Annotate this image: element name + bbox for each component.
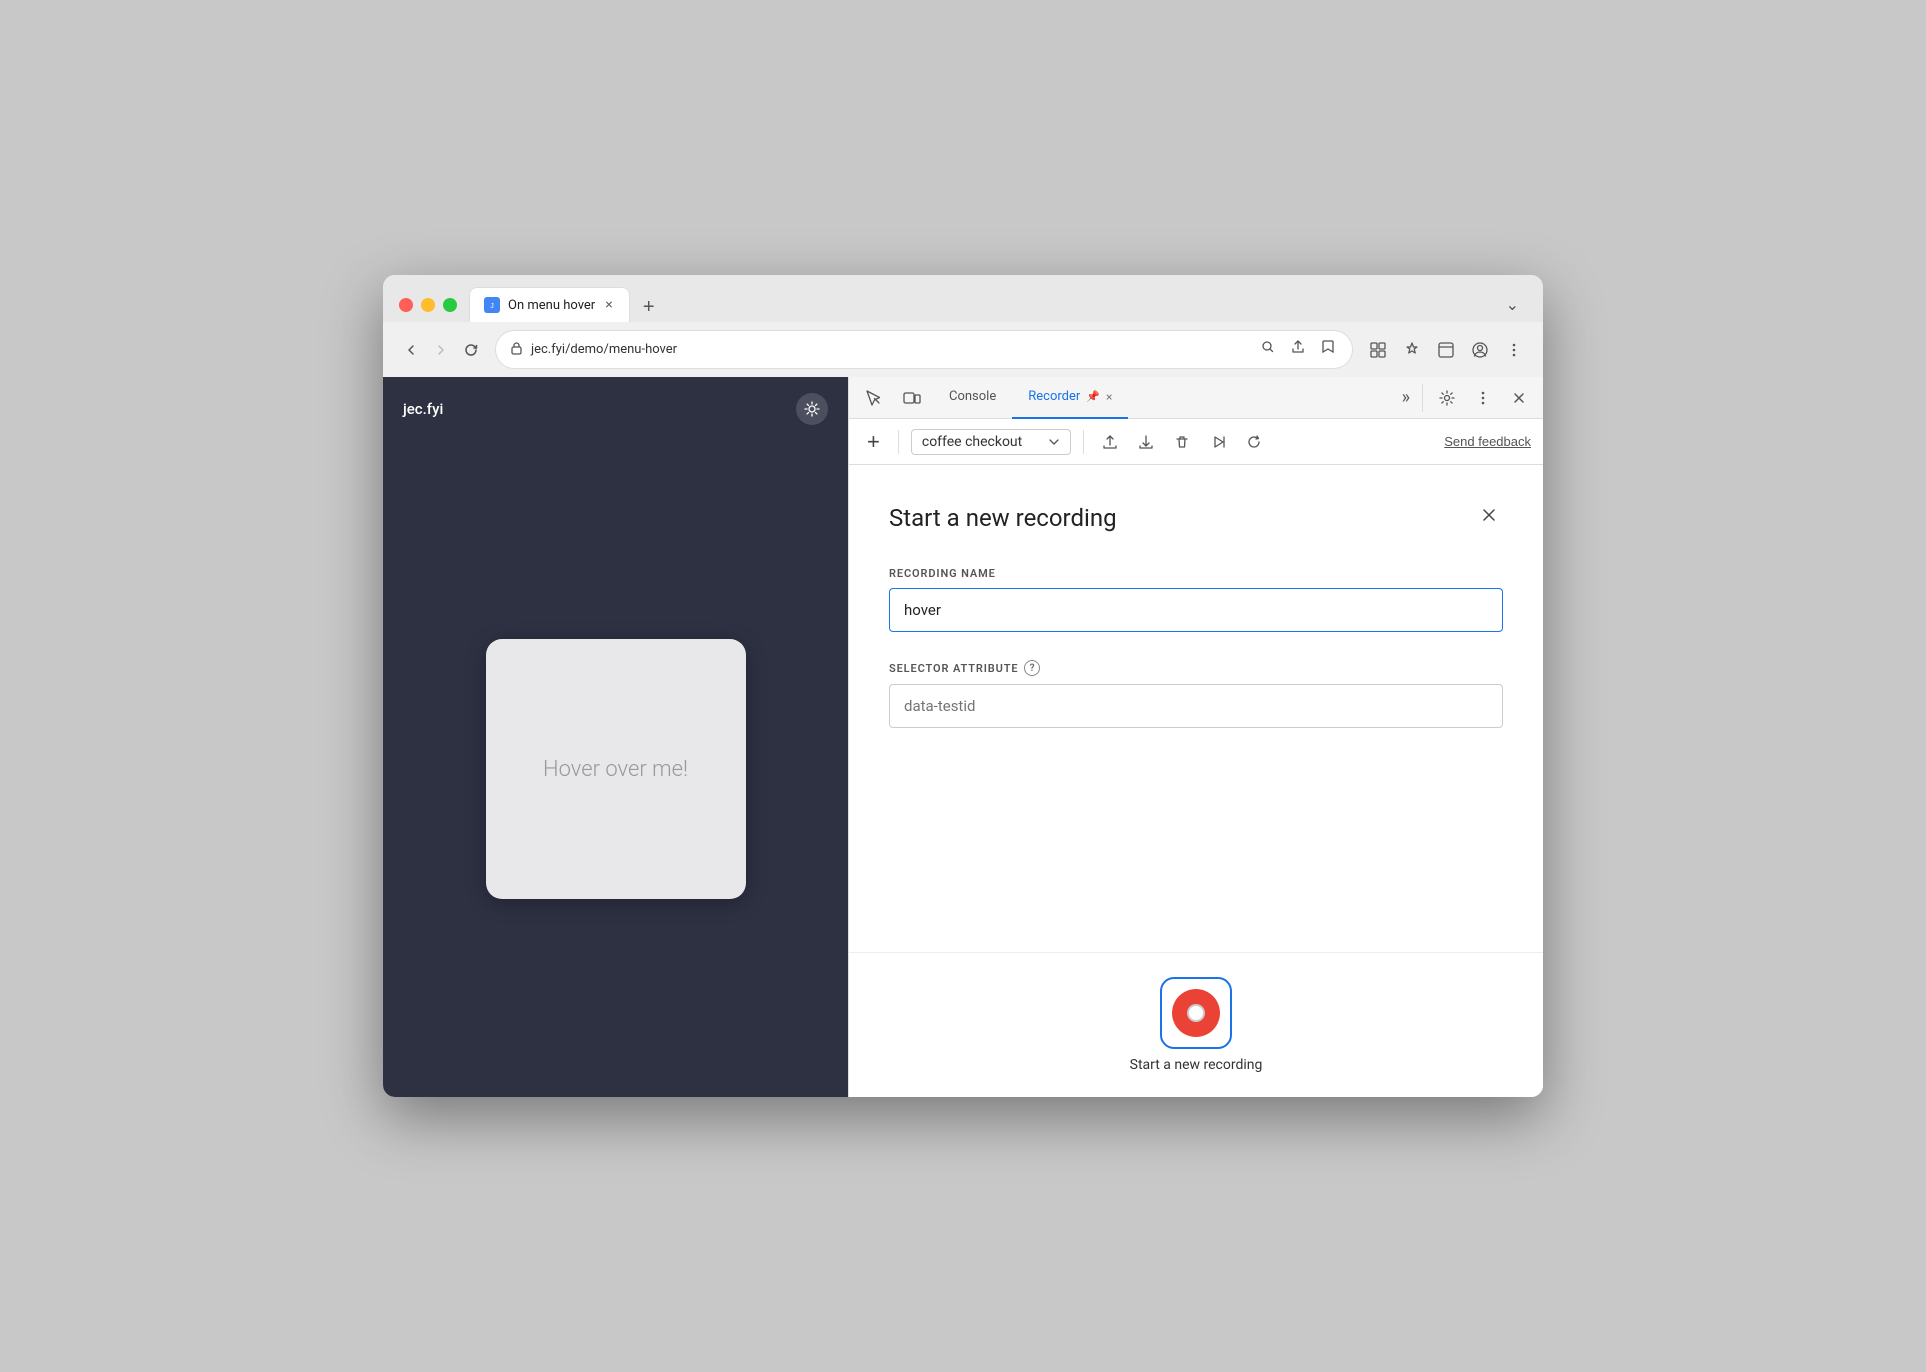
new-tab-button[interactable]: +	[634, 292, 664, 322]
maximize-window-button[interactable]	[443, 298, 457, 312]
devtools-overflow-button[interactable]	[1467, 384, 1499, 412]
title-bar: J On menu hover × + ⌄	[383, 275, 1543, 322]
tab-console[interactable]: Console	[933, 377, 1012, 419]
back-button[interactable]	[399, 338, 423, 362]
share-button[interactable]	[1288, 337, 1308, 362]
devtools-right-buttons	[1422, 384, 1535, 412]
start-recording-button[interactable]	[1160, 977, 1232, 1049]
download-recording-button[interactable]	[1132, 430, 1160, 454]
lock-icon	[510, 341, 523, 358]
webpage-title: jec.fyi	[403, 400, 443, 418]
hover-card-text: Hover over me!	[543, 757, 688, 782]
devtools-close-button[interactable]	[1503, 384, 1535, 412]
tab-favicon: J	[484, 297, 500, 313]
webpage-panel: jec.fyi Hover over me!	[383, 377, 848, 1097]
dialog-title: Start a new recording	[889, 504, 1117, 532]
tab-close-button[interactable]: ×	[603, 296, 614, 314]
replay-recording-button[interactable]	[1240, 430, 1268, 454]
svg-text:J: J	[490, 303, 494, 310]
play-recording-button[interactable]	[1204, 430, 1232, 454]
toolbar-divider-2	[1083, 430, 1084, 454]
recording-name-label: RECORDING NAME	[889, 567, 1503, 580]
more-panels-button[interactable]: »	[1394, 383, 1418, 412]
device-toolbar-button[interactable]	[895, 383, 929, 413]
address-bar: jec.fyi/demo/menu-hover	[383, 322, 1543, 377]
url-actions	[1258, 337, 1338, 362]
selector-attribute-input[interactable]	[889, 684, 1503, 728]
browser-menu-button[interactable]	[1501, 337, 1527, 363]
profile-button[interactable]	[1467, 337, 1493, 363]
tabs-area: J On menu hover × +	[469, 287, 1486, 322]
record-icon	[1172, 989, 1220, 1037]
active-tab[interactable]: J On menu hover ×	[469, 287, 630, 322]
inspect-element-button[interactable]	[857, 383, 891, 413]
upload-recording-button[interactable]	[1096, 430, 1124, 454]
start-recording-label: Start a new recording	[1130, 1057, 1263, 1073]
close-window-button[interactable]	[399, 298, 413, 312]
dialog-close-button[interactable]	[1475, 501, 1503, 535]
main-content: jec.fyi Hover over me!	[383, 377, 1543, 1097]
hover-card[interactable]: Hover over me!	[486, 639, 746, 899]
devtools-toolbar: Console Recorder 📌 × »	[849, 377, 1543, 419]
recording-name-text: coffee checkout	[922, 434, 1042, 450]
devtools-tabs: Console Recorder 📌 ×	[933, 377, 1390, 419]
recording-name-select[interactable]: coffee checkout	[911, 429, 1071, 455]
recording-name-input[interactable]	[889, 588, 1503, 632]
selector-attribute-label: SELECTOR ATTRIBUTE ?	[889, 660, 1503, 676]
nav-buttons	[399, 338, 483, 362]
help-icon[interactable]: ?	[1024, 660, 1040, 676]
pin-button[interactable]	[1399, 337, 1425, 363]
record-dot	[1187, 1004, 1205, 1022]
tab-recorder[interactable]: Recorder 📌 ×	[1012, 377, 1128, 419]
devtools-settings-button[interactable]	[1431, 384, 1463, 412]
minimize-window-button[interactable]	[421, 298, 435, 312]
dialog-header: Start a new recording	[889, 501, 1503, 535]
search-url-button[interactable]	[1258, 337, 1278, 362]
recorder-toolbar: + coffee checkout	[849, 419, 1543, 465]
tab-title: On menu hover	[508, 298, 595, 313]
browser-window: J On menu hover × + ⌄	[383, 275, 1543, 1097]
url-text: jec.fyi/demo/menu-hover	[531, 342, 1250, 357]
dialog-area: Start a new recording RECORDING NAME	[849, 465, 1543, 952]
devtools-panel: Console Recorder 📌 × »	[848, 377, 1543, 1097]
bookmark-button[interactable]	[1318, 337, 1338, 362]
url-bar[interactable]: jec.fyi/demo/menu-hover	[495, 330, 1353, 369]
reload-button[interactable]	[459, 338, 483, 362]
selector-attribute-group: SELECTOR ATTRIBUTE ?	[889, 660, 1503, 728]
tab-menu-button[interactable]: ⌄	[1498, 291, 1527, 318]
webpage-body: Hover over me!	[383, 441, 848, 1097]
browser-actions	[1365, 337, 1527, 363]
window-controls	[399, 298, 457, 312]
theme-toggle-button[interactable]	[796, 393, 828, 425]
toolbar-divider-1	[898, 430, 899, 454]
recorder-tab-close[interactable]: ×	[1106, 390, 1112, 404]
dialog-footer: Start a new recording	[849, 952, 1543, 1097]
forward-button[interactable]	[429, 338, 453, 362]
webpage-header: jec.fyi	[383, 377, 848, 441]
recording-name-group: RECORDING NAME	[889, 567, 1503, 632]
send-feedback-button[interactable]: Send feedback	[1444, 434, 1531, 449]
extensions-button[interactable]	[1365, 337, 1391, 363]
add-recording-button[interactable]: +	[861, 427, 886, 457]
window-button[interactable]	[1433, 337, 1459, 363]
delete-recording-button[interactable]	[1168, 430, 1196, 454]
